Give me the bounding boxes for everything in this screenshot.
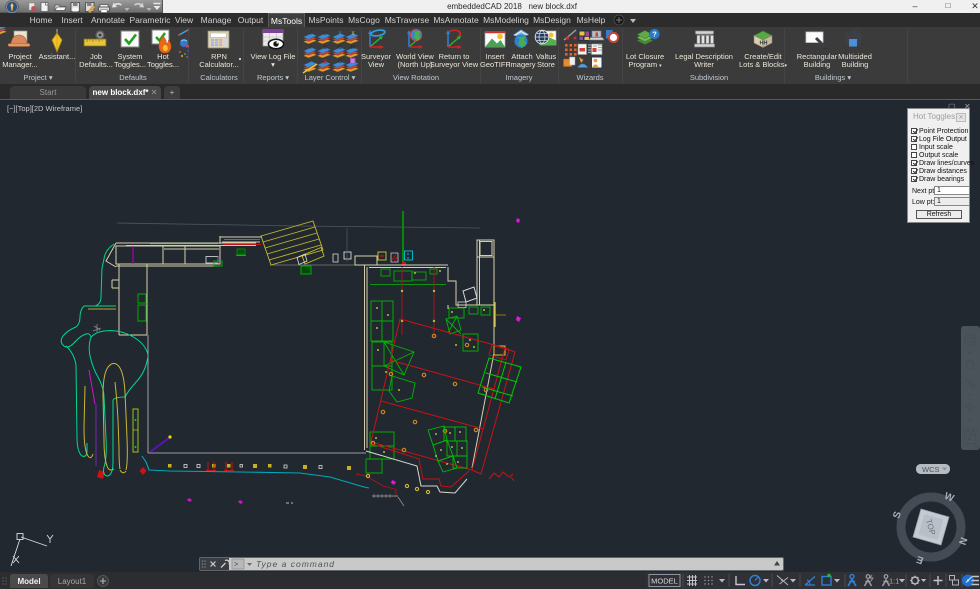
svg-text:Layout1: Layout1 bbox=[58, 577, 87, 586]
svg-text:I: I bbox=[310, 31, 311, 37]
svg-text:HH: HH bbox=[760, 41, 768, 47]
svg-text:1:1: 1:1 bbox=[889, 577, 899, 586]
svg-text:I: I bbox=[310, 45, 311, 51]
svg-text:U: U bbox=[323, 31, 327, 37]
svg-text:X: X bbox=[323, 60, 327, 66]
svg-text:WCS: WCS bbox=[922, 465, 940, 474]
svg-text:?: ? bbox=[652, 30, 657, 39]
svg-text:C: C bbox=[338, 45, 342, 51]
svg-text:G: G bbox=[338, 59, 342, 65]
svg-text:>: > bbox=[234, 562, 238, 570]
svg-text:MODEL: MODEL bbox=[651, 577, 678, 586]
svg-text:Model: Model bbox=[17, 577, 40, 586]
svg-text:M: M bbox=[351, 45, 355, 51]
